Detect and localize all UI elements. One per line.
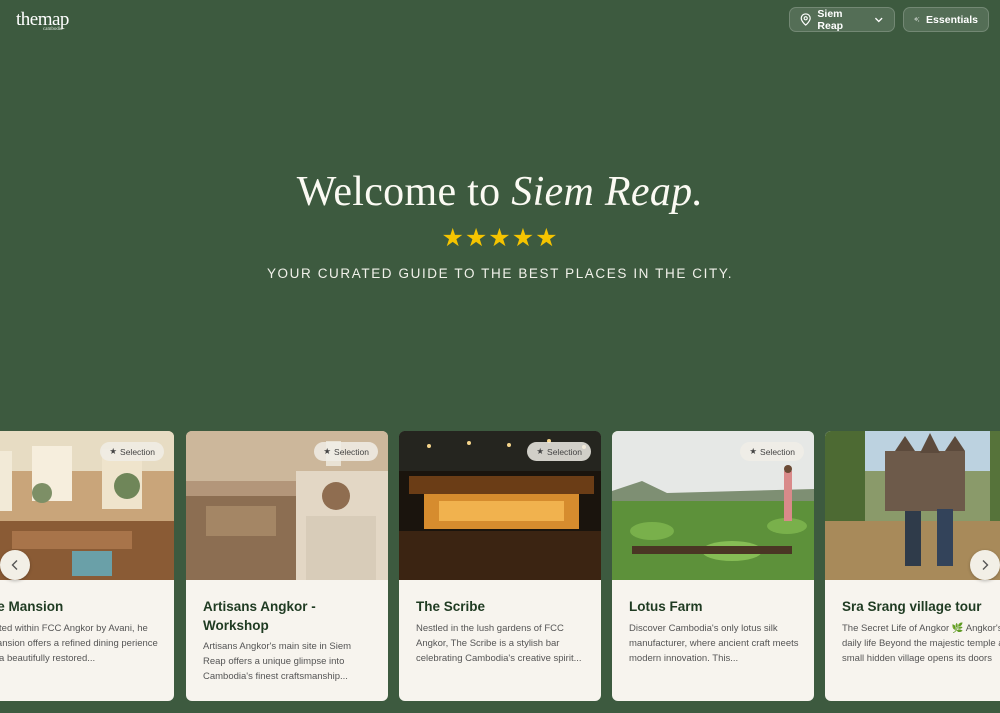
chevron-left-icon [11,560,18,570]
card-title: The Scribe [416,599,486,614]
card-description: Artisans Angkor's main site in Siem Reap… [203,641,352,682]
hero-title: Welcome to Siem Reap. [0,168,1000,216]
card-title: he Mansion [0,599,64,614]
card-title: Artisans Angkor - Workshop [203,599,316,633]
rating-stars: ★★★★★ [441,224,559,252]
selection-badge-label: Selection [334,446,369,457]
selection-badge-label: Selection [760,446,795,457]
card-description: Discover Cambodia's only lotus silk manu… [629,623,799,664]
card-description: cated within FCC Angkor by Avani, he Man… [0,623,158,664]
chevron-right-icon [982,560,989,570]
hero-title-prefix: Welcome to [296,169,501,215]
hero: Welcome to Siem Reap. ★★★★★ YOUR CURATED… [0,168,1000,281]
logo-subtext: cambodia [43,27,63,32]
sparkle-icon [914,16,920,22]
card-title: Lotus Farm [629,599,703,614]
carousel-next-button[interactable] [970,550,1000,580]
selection-badge: ★ Selection [314,442,378,461]
selection-badge-label: Selection [120,446,155,457]
location-pin-icon [800,13,811,26]
card-title: Sra Srang village tour [842,599,982,614]
chevron-down-icon [875,17,884,22]
city-label: Siem Reap [817,7,844,32]
hero-subtitle: YOUR CURATED GUIDE TO THE BEST PLACES IN… [266,266,734,281]
star-icon: ★ [109,446,118,456]
essentials-button[interactable]: Essentials [903,7,989,32]
star-icon: ★ [323,446,332,456]
card-description: Nestled in the lush gardens of FCC Angko… [416,623,582,664]
selection-badge: ★ Selection [527,442,591,461]
logo[interactable]: themap cambodia [16,9,69,32]
place-card-the-scribe[interactable]: ★ Selection The Scribe Nestled in the lus… [399,431,601,701]
selection-badge-label: Selection [547,446,582,457]
selection-badge: ★ Selection [740,442,804,461]
card-description: The Secret Life of Angkor 🌿 Angkor's dai… [842,623,1000,664]
place-card-artisans-angkor[interactable]: ★ Selection Artisans Angkor - Workshop Ar… [186,431,388,701]
star-icon: ★ [749,446,758,456]
header: themap cambodia Siem Reap Essentials [0,0,1000,40]
carousel-prev-button[interactable] [0,550,30,580]
star-icon: ★ [536,446,545,456]
essentials-label: Essentials [926,13,978,26]
place-card-lotus-farm[interactable]: ★ Selection Lotus Farm Discover Cambodia'… [612,431,814,701]
hero-title-city: Siem Reap. [511,169,704,215]
selection-badge: ★ Selection [100,442,164,461]
city-selector-button[interactable]: Siem Reap [789,7,895,32]
